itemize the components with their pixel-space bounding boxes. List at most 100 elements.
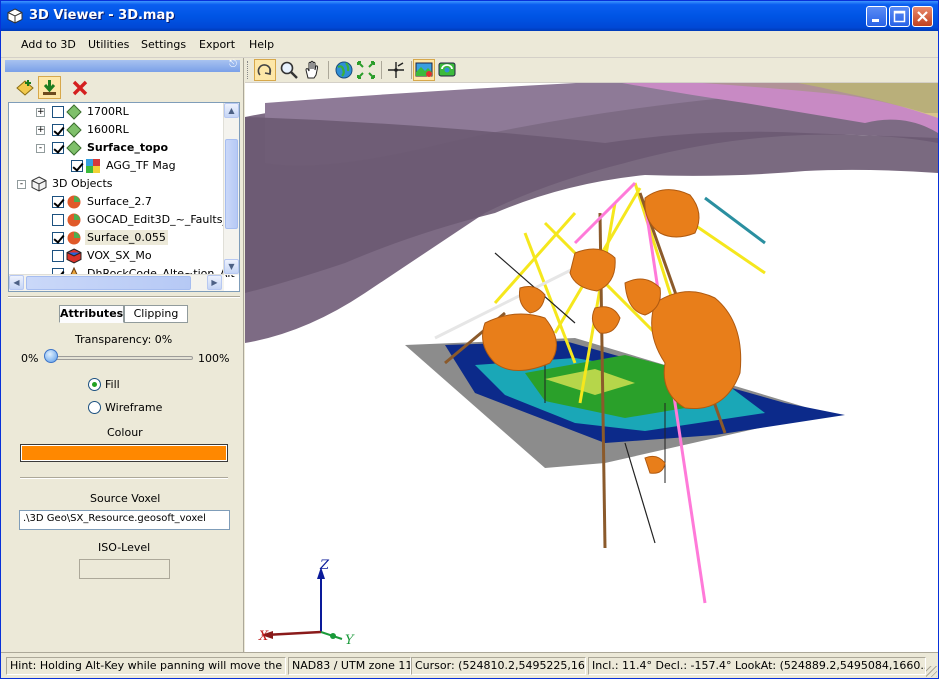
- close-icon: [917, 11, 928, 22]
- scroll-thumb[interactable]: [26, 276, 191, 290]
- scroll-thumb[interactable]: [225, 139, 238, 229]
- 3d-viewport[interactable]: Z X Y: [245, 83, 938, 652]
- menu-export[interactable]: Export: [199, 38, 235, 51]
- panel-header: ⎋: [5, 59, 240, 72]
- tree-item-label: GOCAD_Edit3D_~_Faults_S: [87, 213, 235, 226]
- maximize-icon: [893, 10, 906, 23]
- tree-item-3d-objects[interactable]: - 3D Objects: [9, 175, 229, 193]
- tree-item-gocad-faults[interactable]: GOCAD_Edit3D_~_Faults_S: [9, 211, 235, 229]
- transparency-label: Transparency: 0%: [75, 333, 173, 346]
- pin-icon[interactable]: ⎋: [229, 59, 237, 70]
- scene-view-icon: [415, 62, 433, 77]
- status-view-orientation: Incl.: 11.4° Decl.: -157.4° LookAt: (524…: [588, 657, 926, 675]
- tree-item-label: 3D Objects: [52, 177, 113, 190]
- zoom-icon[interactable]: [278, 59, 300, 81]
- scroll-up-button[interactable]: ▲: [224, 103, 239, 118]
- layer-checkbox[interactable]: [52, 124, 64, 136]
- menu-add-to-3d[interactable]: Add to 3D: [21, 38, 76, 51]
- minimize-button[interactable]: [866, 6, 887, 27]
- tree-item-label: AGG_TF Mag: [106, 159, 176, 172]
- delete-icon[interactable]: [71, 79, 89, 97]
- tree-item-vox-sx-mo[interactable]: VOX_SX_Mo: [9, 247, 229, 265]
- select-point-icon[interactable]: [385, 59, 407, 81]
- expand-toggle[interactable]: +: [36, 126, 45, 135]
- window-title: 3D Viewer - 3D.map: [29, 8, 175, 23]
- y-axis-label: Y: [345, 633, 355, 648]
- collapse-toggle[interactable]: -: [36, 144, 45, 153]
- layer-checkbox[interactable]: [71, 160, 83, 172]
- surface-object-icon: [67, 213, 81, 227]
- tree-item-surface-2-7[interactable]: Surface_2.7: [9, 193, 229, 211]
- tree-horizontal-scrollbar[interactable]: ◀ ▶: [9, 274, 224, 291]
- resize-grip[interactable]: [926, 666, 937, 677]
- iso-level-field[interactable]: [79, 559, 170, 579]
- download-icon: [43, 80, 56, 95]
- menu-help[interactable]: Help: [249, 38, 274, 51]
- colour-swatch-button[interactable]: [20, 444, 228, 462]
- tree-item-agg-tf-mag[interactable]: AGG_TF Mag: [9, 157, 229, 175]
- scene-view-button[interactable]: [413, 59, 435, 81]
- layer-checkbox[interactable]: [52, 214, 64, 226]
- close-button[interactable]: [912, 6, 933, 27]
- view-toolbar: [245, 58, 938, 83]
- cube-icon: [31, 176, 47, 192]
- collapse-toggle[interactable]: -: [17, 180, 26, 189]
- tree-item-label: 1700RL: [87, 105, 129, 118]
- tree-item-label: Surface_topo: [87, 141, 169, 154]
- iso-level-label: ISO-Level: [98, 541, 151, 554]
- tree-item-label: Surface_2.7: [87, 195, 152, 208]
- x-axis-label: X: [258, 629, 269, 644]
- layer-checkbox[interactable]: [52, 232, 64, 244]
- globe-icon[interactable]: [333, 59, 355, 81]
- wireframe-radio-label[interactable]: Wireframe: [105, 401, 162, 414]
- fit-extents-icon[interactable]: [355, 59, 377, 81]
- expand-toggle[interactable]: +: [36, 108, 45, 117]
- transparency-slider-handle[interactable]: [44, 349, 58, 363]
- tree-item-surface-topo[interactable]: - Surface_topo: [9, 139, 229, 157]
- scroll-right-button[interactable]: ▶: [207, 275, 222, 290]
- fill-radio-label[interactable]: Fill: [105, 378, 120, 391]
- tree-item-1600rl[interactable]: + 1600RL: [9, 121, 229, 139]
- status-projection: NAD83 / UTM zone 11N: [288, 657, 411, 675]
- source-voxel-field[interactable]: .\3D Geo\SX_Resource.geosoft_voxel: [19, 510, 230, 530]
- minimize-icon: [872, 19, 879, 22]
- surface-object-icon: [67, 231, 81, 245]
- menu-settings[interactable]: Settings: [141, 38, 186, 51]
- grid-image-icon: [86, 159, 100, 173]
- status-cursor: Cursor: (524810.2,5495225,1661): [411, 657, 586, 675]
- app-cube-icon: [7, 8, 23, 24]
- rotate-tool-button[interactable]: [254, 59, 276, 81]
- tree-vertical-scrollbar[interactable]: ▲ ▼: [223, 103, 239, 275]
- download-button[interactable]: [38, 76, 61, 99]
- layer-toolbar: [5, 75, 240, 101]
- title-bar[interactable]: 3D Viewer - 3D.map: [1, 1, 938, 31]
- toolbar-grip[interactable]: [247, 61, 250, 79]
- layer-checkbox[interactable]: [52, 250, 64, 262]
- tab-attributes[interactable]: Attributes: [59, 305, 124, 323]
- pan-hand-icon[interactable]: [302, 59, 324, 81]
- colour-label: Colour: [107, 426, 143, 439]
- layer-checkbox[interactable]: [52, 196, 64, 208]
- source-voxel-label: Source Voxel: [90, 492, 161, 505]
- toolbar-separator: [411, 61, 412, 79]
- maximize-button[interactable]: [889, 6, 910, 27]
- scroll-down-button[interactable]: ▼: [224, 259, 239, 274]
- layer-checkbox[interactable]: [52, 106, 64, 118]
- fill-radio[interactable]: [88, 378, 101, 391]
- layer-checkbox[interactable]: [52, 142, 64, 154]
- layer-tree: + 1700RL + 1600RL - Surface_topo AGG_TF …: [8, 102, 240, 292]
- wireframe-radio[interactable]: [88, 401, 101, 414]
- scroll-left-button[interactable]: ◀: [9, 275, 24, 290]
- refresh-view-icon[interactable]: [436, 59, 458, 81]
- axis-triad: [261, 567, 343, 640]
- tree-item-surface-0-055[interactable]: Surface_0.055: [9, 229, 229, 247]
- divider: [20, 477, 228, 479]
- 3d-scene: Z X Y: [245, 83, 938, 648]
- tab-clipping[interactable]: Clipping: [124, 305, 188, 323]
- surface-layer-icon: [66, 140, 82, 156]
- add-layer-icon[interactable]: [15, 78, 35, 98]
- tree-item-1700rl[interactable]: + 1700RL: [9, 103, 229, 121]
- slider-min-label: 0%: [21, 352, 39, 365]
- transparency-slider-track[interactable]: [47, 356, 193, 360]
- menu-utilities[interactable]: Utilities: [88, 38, 129, 51]
